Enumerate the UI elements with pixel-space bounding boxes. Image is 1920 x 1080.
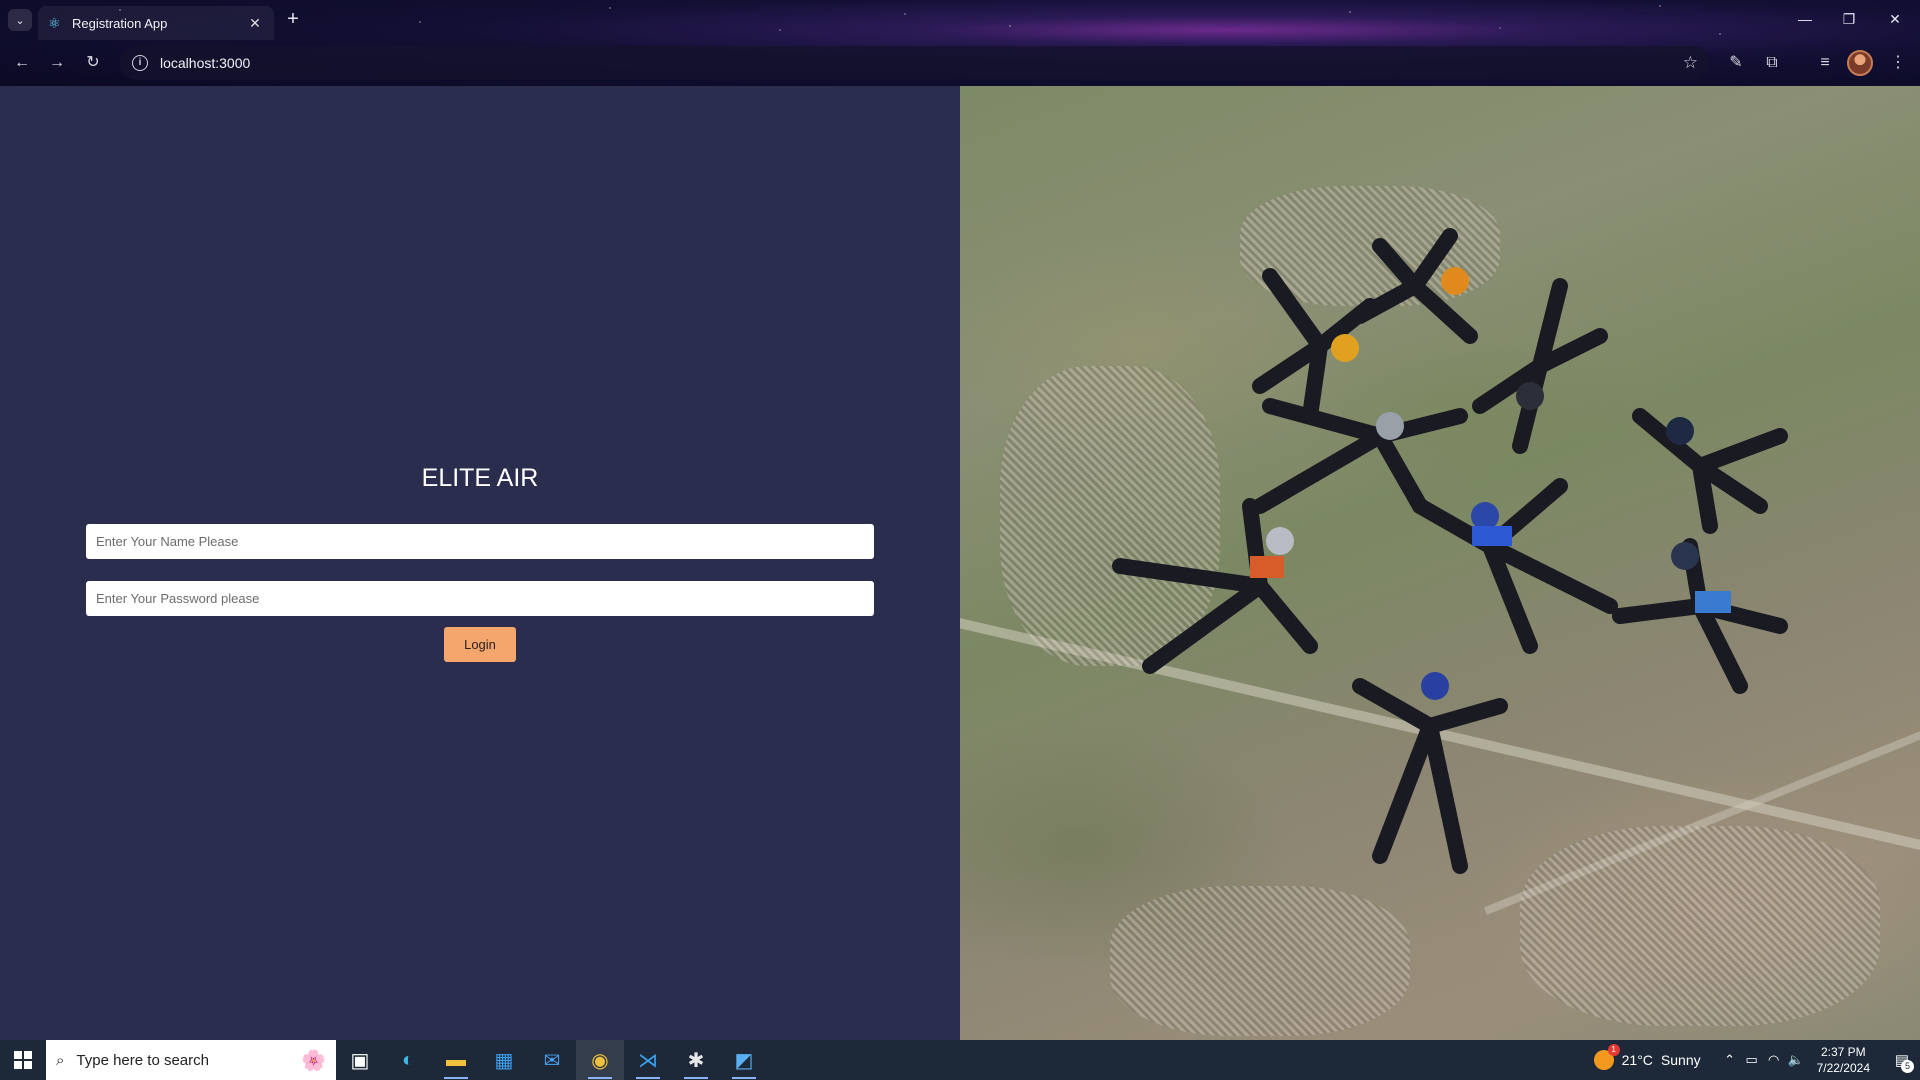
brand-title: ELITE AIR	[421, 464, 539, 492]
system-tray: 21°C Sunny ⌃ ▭ ◠ 🔈 2:37 PM 7/22/2024 ▤5	[1593, 1040, 1920, 1080]
volume-icon[interactable]: 🔈	[1785, 1052, 1807, 1068]
clock-date: 7/22/2024	[1816, 1061, 1870, 1075]
slack-icon[interactable]: ✱	[672, 1040, 720, 1080]
bookmark-star-icon[interactable]: ☆	[1683, 53, 1698, 73]
mail-icon[interactable]: ✉	[528, 1040, 576, 1080]
search-icon: ⌕	[56, 1051, 65, 1069]
weather-temp: 21°C	[1621, 1052, 1653, 1068]
skydivers-formation	[1112, 228, 1788, 874]
pen-icon[interactable]: ✎	[1723, 50, 1749, 76]
password-input[interactable]	[86, 581, 874, 616]
taskbar-search-placeholder: Type here to search	[76, 1051, 209, 1069]
notification-center-icon[interactable]: ▤ 5	[1884, 1040, 1920, 1080]
media-controls-icon[interactable]: ≡	[1812, 50, 1838, 76]
chevron-up-icon[interactable]: ⌃	[1719, 1052, 1741, 1068]
vscode-icon[interactable]: ⋊	[624, 1040, 672, 1080]
clock[interactable]: 2:37 PM 7/22/2024	[1817, 1044, 1870, 1076]
tab-registration-app[interactable]: ⚛ Registration App ✕	[38, 6, 274, 40]
meet-now-icon[interactable]: ▭	[1741, 1052, 1763, 1068]
login-button[interactable]: Login	[444, 627, 516, 662]
minimize-icon[interactable]: —	[1792, 8, 1818, 30]
clock-time: 2:37 PM	[1820, 1045, 1866, 1059]
taskbar-search[interactable]: ⌕ Type here to search 🌸	[46, 1040, 336, 1080]
restore-icon[interactable]: ❐	[1836, 8, 1862, 30]
reload-icon[interactable]: ↻	[80, 50, 106, 76]
forward-icon[interactable]: →	[44, 50, 70, 76]
new-tab-icon[interactable]: +	[282, 9, 304, 31]
wifi-icon[interactable]: ◠	[1763, 1052, 1785, 1068]
notification-count: 5	[1901, 1060, 1914, 1073]
extensions-icon[interactable]: ⧉	[1759, 50, 1785, 76]
tab-title: Registration App	[72, 15, 168, 31]
edge-icon[interactable]: ◐	[384, 1040, 432, 1080]
back-icon[interactable]: ←	[9, 50, 35, 76]
page-content: ELITE AIR Login	[0, 86, 1920, 1040]
menu-icon[interactable]: ⋮	[1885, 50, 1911, 76]
tab-search-icon[interactable]: ⌄	[8, 9, 32, 31]
search-highlight-icon: 🌸	[301, 1049, 326, 1072]
address-bar[interactable]: i localhost:3000 ☆	[120, 46, 1710, 80]
name-input[interactable]	[86, 524, 874, 559]
tab-close-icon[interactable]: ✕	[246, 14, 264, 32]
window-close-icon[interactable]: ✕	[1882, 8, 1908, 30]
login-panel: ELITE AIR Login	[0, 86, 960, 1040]
windows-logo-icon	[14, 1051, 32, 1069]
sun-icon	[1593, 1044, 1620, 1070]
microsoft-store-icon[interactable]: ▦	[480, 1040, 528, 1080]
task-view-icon[interactable]: ▣	[336, 1040, 384, 1080]
start-button[interactable]	[0, 1040, 46, 1080]
windows-taskbar: ⌕ Type here to search 🌸 ▣ ◐ ▬ ▦ ✉ ◉ ⋊ ✱ …	[0, 1040, 1920, 1080]
address-url[interactable]: localhost:3000	[160, 55, 1683, 71]
profile-avatar[interactable]	[1847, 50, 1873, 76]
file-explorer-icon[interactable]: ▬	[432, 1040, 480, 1080]
weather-widget[interactable]: 21°C Sunny	[1593, 1044, 1701, 1070]
skydivers-photo	[960, 86, 1920, 1040]
chrome-icon[interactable]: ◉	[576, 1040, 624, 1080]
site-info-icon[interactable]: i	[132, 55, 148, 71]
browser-chrome: ⌄ ⚛ Registration App ✕ + — ❐ ✕ ← → ↻ i l…	[0, 0, 1920, 86]
weather-text: Sunny	[1660, 1052, 1701, 1068]
react-favicon-icon: ⚛	[48, 15, 61, 31]
photos-icon[interactable]: ◩	[720, 1040, 768, 1080]
